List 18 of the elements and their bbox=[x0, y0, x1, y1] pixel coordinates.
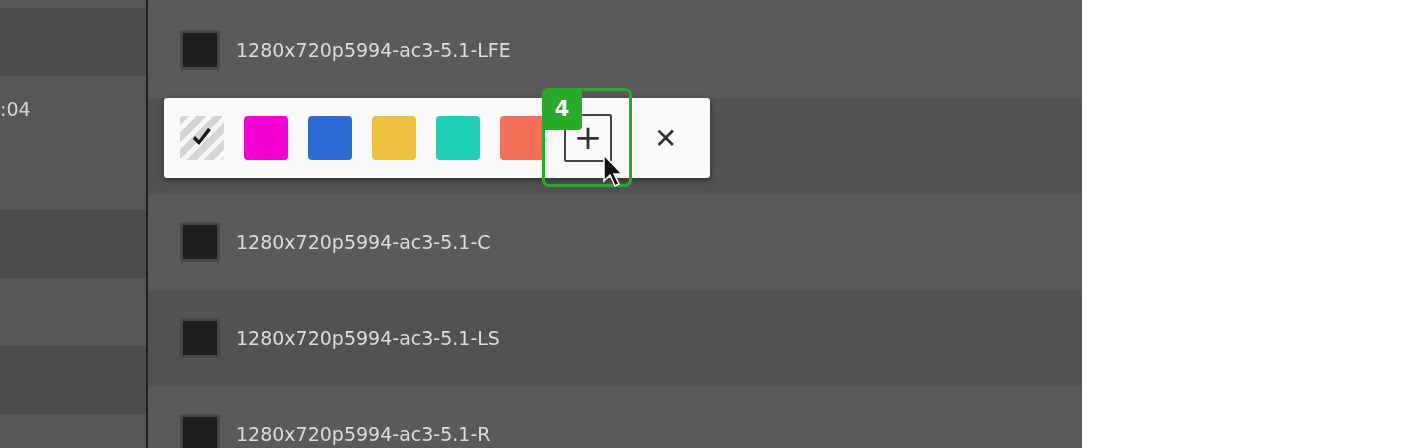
checkbox[interactable] bbox=[180, 222, 220, 262]
color-swatch[interactable] bbox=[436, 116, 480, 160]
step-badge: 4 bbox=[542, 88, 582, 130]
track-name: 1280x720p5994-ac3-5.1-LFE bbox=[236, 39, 511, 61]
track-name: 1280x720p5994-ac3-5.1-LS bbox=[236, 327, 500, 349]
color-swatch[interactable] bbox=[372, 116, 416, 160]
color-swatch[interactable] bbox=[500, 116, 544, 160]
checkbox[interactable] bbox=[180, 414, 220, 448]
track-name: 1280x720p5994-ac3-5.1-R bbox=[236, 423, 491, 445]
track-name: 1280x720p5994-ac3-5.1-C bbox=[236, 231, 491, 253]
no-color-swatch[interactable] bbox=[180, 116, 224, 160]
track-row[interactable]: 1280x720p5994-ac3-5.1-LS bbox=[148, 290, 1082, 386]
checkbox[interactable] bbox=[180, 30, 220, 70]
color-swatch[interactable] bbox=[308, 116, 352, 160]
time-label: :04 bbox=[0, 98, 31, 120]
checkbox[interactable] bbox=[180, 318, 220, 358]
color-swatch[interactable] bbox=[244, 116, 288, 160]
close-button[interactable]: ✕ bbox=[648, 121, 684, 155]
